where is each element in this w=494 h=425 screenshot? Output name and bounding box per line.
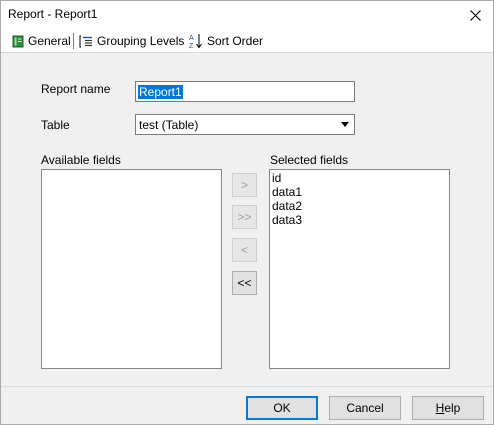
cancel-button[interactable]: Cancel xyxy=(329,396,401,420)
table-label: Table xyxy=(41,118,70,132)
window-title: Report - Report1 xyxy=(8,7,98,21)
available-fields-list[interactable] xyxy=(41,169,222,369)
svg-text:Z: Z xyxy=(189,43,194,49)
close-button[interactable] xyxy=(457,1,493,30)
remove-all-fields-button[interactable]: << xyxy=(232,271,257,295)
tab-sort-order-label: Sort Order xyxy=(207,34,264,48)
ok-button[interactable]: OK xyxy=(246,396,318,420)
selected-fields-list[interactable]: id data1 data2 data3 xyxy=(269,169,450,369)
help-accelerator: H xyxy=(435,401,445,415)
help-button[interactable]: Help xyxy=(412,396,484,420)
report-name-value: Report1 xyxy=(138,84,183,99)
sort-az-icon: A Z xyxy=(189,33,203,49)
svg-text:A: A xyxy=(189,35,194,42)
book-icon xyxy=(12,35,24,48)
list-item[interactable]: data3 xyxy=(270,213,449,227)
remove-field-button[interactable]: < xyxy=(232,238,257,262)
tab-sort-order[interactable]: A Z Sort Order xyxy=(189,30,263,52)
tab-bar: General Grouping Levels A Z Sort Order xyxy=(1,30,493,53)
table-select-value: test (Table) xyxy=(139,118,199,132)
list-item[interactable]: id xyxy=(270,171,449,185)
tab-general[interactable]: General xyxy=(12,30,71,52)
table-select[interactable]: test (Table) xyxy=(135,114,355,135)
available-fields-label: Available fields xyxy=(41,153,121,167)
report-name-label: Report name xyxy=(41,82,111,96)
add-all-fields-button[interactable]: >> xyxy=(232,205,257,229)
report-dialog: Report - Report1 General Grouping Levels… xyxy=(0,0,494,425)
list-item[interactable]: data1 xyxy=(270,185,449,199)
tab-grouping-levels-label: Grouping Levels xyxy=(97,34,185,48)
grouping-icon xyxy=(79,35,93,48)
title-bar: Report - Report1 xyxy=(1,1,493,30)
close-icon xyxy=(469,10,481,21)
add-field-button[interactable]: > xyxy=(232,173,257,197)
dropdown-arrow-icon[interactable] xyxy=(337,116,353,133)
report-name-input[interactable]: Report1 xyxy=(135,81,355,102)
help-label: elp xyxy=(444,401,461,415)
tab-grouping-levels[interactable]: Grouping Levels xyxy=(79,30,184,52)
list-item[interactable]: data2 xyxy=(270,199,449,213)
tab-general-label: General xyxy=(28,34,71,48)
tab-separator xyxy=(73,33,74,49)
selected-fields-label: Selected fields xyxy=(270,153,349,167)
